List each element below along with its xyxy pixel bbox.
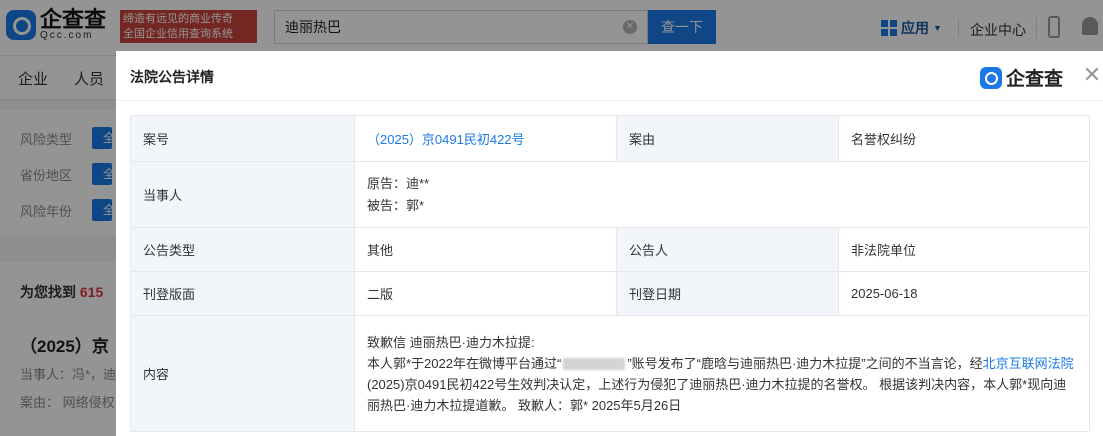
announcer-label: 公告人	[616, 227, 839, 272]
table-row: 案号 （2025）京0491民初422号 案由 名誉权纠纷	[130, 115, 1090, 162]
cause-label: 案由	[616, 115, 839, 162]
content-label: 内容	[130, 315, 355, 432]
court-notice-modal: 法院公告详情 企查查 ✕ 案号 （2025）京0491民初422号 案由 名誉权…	[116, 51, 1103, 436]
layout-value: 二版	[354, 271, 617, 316]
masked-account	[563, 358, 626, 371]
date-label: 刊登日期	[616, 271, 839, 316]
date-value: 2025-06-18	[838, 271, 1090, 316]
case-no-link[interactable]: （2025）京0491民初422号	[367, 132, 525, 147]
table-row: 刊登版面 二版 刊登日期 2025-06-18	[130, 271, 1090, 316]
modal-logo-text: 企查查	[1006, 69, 1064, 90]
layout-label: 刊登版面	[130, 271, 355, 316]
announcer-value: 非法院单位	[838, 227, 1090, 272]
defendant: 被告：郭*	[367, 197, 425, 213]
party-label: 当事人	[130, 161, 355, 228]
party-value: 原告：迪** 被告：郭*	[354, 161, 1090, 228]
table-row: 公告类型 其他 公告人 非法院单位	[130, 227, 1090, 272]
modal-logo: 企查查	[980, 64, 1063, 91]
table-row: 当事人 原告：迪** 被告：郭*	[130, 161, 1090, 228]
modal-header: 法院公告详情 企查查 ✕	[116, 51, 1103, 101]
table-row: 内容 致歉信 迪丽热巴·迪力木拉提: 本人郭*于2022年在微博平台通过“ ”账号…	[130, 315, 1090, 432]
content-heading: 致歉信 迪丽热巴·迪力木拉提:	[367, 334, 535, 350]
content-body: 本人郭*于2022年在微博平台通过“ ”账号发布了“鹿晗与迪丽热巴·迪力木拉提”之…	[367, 355, 1074, 413]
type-value: 其他	[354, 227, 617, 272]
content-value: 致歉信 迪丽热巴·迪力木拉提: 本人郭*于2022年在微博平台通过“ ”账号发布了…	[354, 315, 1090, 432]
close-icon[interactable]: ✕	[1082, 64, 1102, 86]
court-link[interactable]: 北京互联网法院	[983, 356, 1074, 371]
modal-title: 法院公告详情	[130, 69, 214, 85]
qcc-logo-icon	[980, 66, 1002, 89]
case-no-value: （2025）京0491民初422号	[354, 115, 617, 162]
plaintiff: 原告：迪**	[367, 175, 430, 191]
case-no-label: 案号	[130, 115, 355, 162]
cause-value: 名誉权纠纷	[838, 115, 1090, 162]
type-label: 公告类型	[130, 227, 355, 272]
notice-detail-table: 案号 （2025）京0491民初422号 案由 名誉权纠纷 当事人 原告：迪**…	[130, 115, 1090, 432]
